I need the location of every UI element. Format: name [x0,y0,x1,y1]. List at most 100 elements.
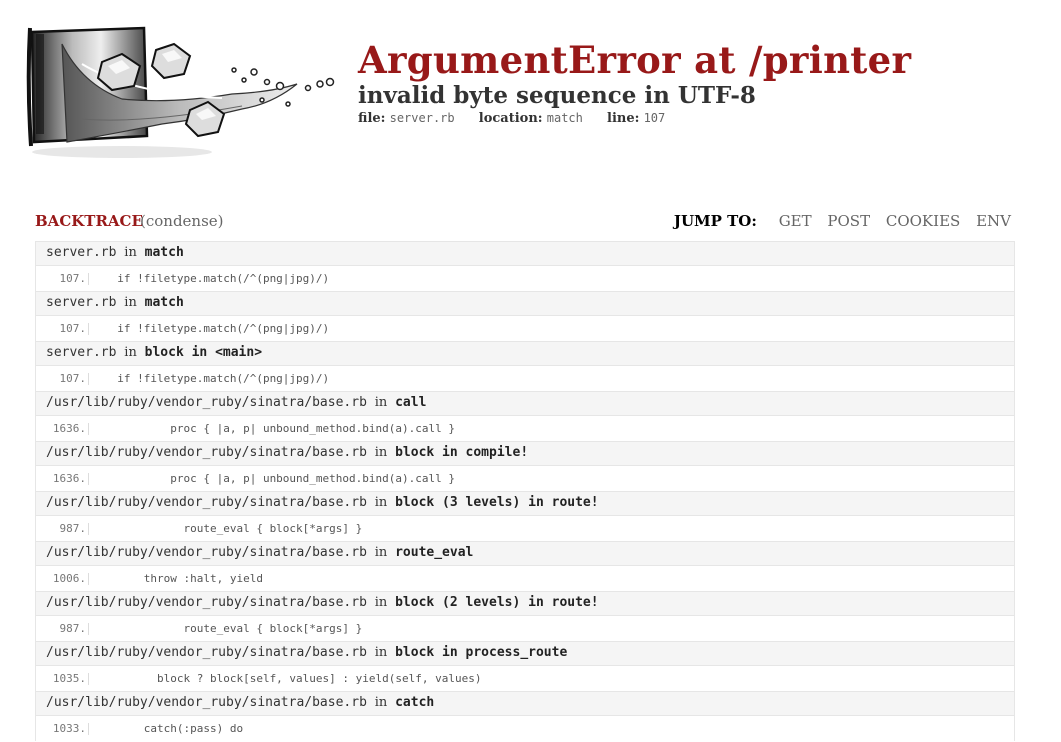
frame-line-number: 1636. [52,422,86,435]
frame-header[interactable]: /usr/lib/ruby/vendor_ruby/sinatra/base.r… [35,441,1015,465]
frame-line-number: 1006. [52,572,86,585]
frame-code-line[interactable]: 1636. proc { |a, p| unbound_method.bind(… [35,465,1015,491]
frame-function: block (3 levels) in route! [395,495,599,510]
backtrace-heading: BACKTRACE [35,212,143,230]
frame-code-line[interactable]: 1033. catch(:pass) do [35,715,1015,741]
jump-link-post[interactable]: POST [827,212,870,230]
frame-in: in [374,595,388,610]
backtrace-frame: /usr/lib/ruby/vendor_ruby/sinatra/base.r… [35,591,1015,641]
backtrace-frame: /usr/lib/ruby/vendor_ruby/sinatra/base.r… [35,441,1015,491]
frame-function: match [144,295,184,310]
frame-code: block ? block[self, values] : yield(self… [104,672,482,685]
condense-link[interactable]: (condense) [140,212,224,230]
frame-file: server.rb [46,345,117,360]
frame-function: match [144,245,184,260]
frame-function: block (2 levels) in route! [395,595,599,610]
frame-header[interactable]: /usr/lib/ruby/vendor_ruby/sinatra/base.r… [35,541,1015,565]
frame-line-number: 1035. [52,672,86,685]
file-label: file: [358,111,386,126]
frame-header[interactable]: /usr/lib/ruby/vendor_ruby/sinatra/base.r… [35,691,1015,715]
jump-link-get[interactable]: GET [779,212,812,230]
frame-file: /usr/lib/ruby/vendor_ruby/sinatra/base.r… [46,495,367,510]
jump-to-nav: JUMP TO: GET POST COOKIES ENV [674,212,1011,230]
file-value: server.rb [389,111,455,125]
frame-header[interactable]: /usr/lib/ruby/vendor_ruby/sinatra/base.r… [35,641,1015,665]
backtrace-frame: server.rb in match 107. if !filetype.mat… [35,291,1015,341]
backtrace-frame: /usr/lib/ruby/vendor_ruby/sinatra/base.r… [35,641,1015,691]
frame-in: in [124,295,137,310]
backtrace-frame: /usr/lib/ruby/vendor_ruby/sinatra/base.r… [35,541,1015,591]
frame-line-number: 107. [59,272,87,285]
frame-header[interactable]: server.rb in match [35,291,1015,315]
jump-link-cookies[interactable]: COOKIES [886,212,960,230]
frame-code: if !filetype.match(/^(png|jpg)/) [104,322,330,335]
frame-in: in [374,395,388,410]
frame-code: if !filetype.match(/^(png|jpg)/) [104,372,330,385]
frame-code: catch(:pass) do [104,722,244,735]
frame-line-number: 107. [59,322,87,335]
frame-file: server.rb [46,295,117,310]
frame-code: route_eval { block[*args] } [104,622,363,635]
jump-to-label: JUMP TO: [673,212,757,230]
jump-link-env[interactable]: ENV [976,212,1011,230]
line-value: 107 [643,111,666,125]
frame-header[interactable]: /usr/lib/ruby/vendor_ruby/sinatra/base.r… [35,591,1015,615]
backtrace-frame: server.rb in block in <main> 107. if !fi… [35,341,1015,391]
backtrace-frame: /usr/lib/ruby/vendor_ruby/sinatra/base.r… [35,691,1015,741]
frame-code: proc { |a, p| unbound_method.bind(a).cal… [104,472,455,485]
backtrace-bar: BACKTRACE (condense) JUMP TO: GET POST C… [35,210,1015,234]
frame-function: block in process_route [395,645,568,660]
frame-code: proc { |a, p| unbound_method.bind(a).cal… [104,422,455,435]
error-location-meta: file: server.rb location: match line: 10… [358,110,911,127]
frame-file: /usr/lib/ruby/vendor_ruby/sinatra/base.r… [46,645,367,660]
error-header: ArgumentError at /printer invalid byte s… [358,38,911,127]
frame-code-line[interactable]: 107. if !filetype.match(/^(png|jpg)/) [35,265,1015,291]
frame-code-line[interactable]: 987. route_eval { block[*args] } [35,615,1015,641]
frame-code-line[interactable]: 107. if !filetype.match(/^(png|jpg)/) [35,315,1015,341]
frame-file: /usr/lib/ruby/vendor_ruby/sinatra/base.r… [46,695,367,710]
frame-function: catch [395,695,435,710]
backtrace-list: server.rb in match 107. if !filetype.mat… [35,241,1015,741]
frame-function: block in <main> [144,345,263,360]
frame-code-line[interactable]: 987. route_eval { block[*args] } [35,515,1015,541]
glass-with-ice-cubes-splash-logo-icon [22,24,342,164]
frame-line-number: 987. [59,622,87,635]
frame-in: in [374,695,388,710]
frame-file: /usr/lib/ruby/vendor_ruby/sinatra/base.r… [46,545,367,560]
frame-code: route_eval { block[*args] } [104,522,363,535]
frame-line-number: 1636. [52,472,86,485]
frame-in: in [124,245,137,260]
frame-header[interactable]: server.rb in block in <main> [35,341,1015,365]
frame-code-line[interactable]: 107. if !filetype.match(/^(png|jpg)/) [35,365,1015,391]
frame-function: route_eval [395,545,474,560]
frame-line-number: 987. [59,522,87,535]
location-value: match [546,111,583,125]
frame-in: in [374,445,388,460]
frame-code: throw :halt, yield [104,572,263,585]
frame-header[interactable]: server.rb in match [35,241,1015,265]
backtrace-frame: server.rb in match 107. if !filetype.mat… [35,241,1015,291]
frame-header[interactable]: /usr/lib/ruby/vendor_ruby/sinatra/base.r… [35,491,1015,515]
frame-in: in [374,645,388,660]
frame-in: in [374,495,388,510]
frame-function: call [395,395,427,410]
frame-code-line[interactable]: 1035. block ? block[self, values] : yiel… [35,665,1015,691]
frame-code-line[interactable]: 1006. throw :halt, yield [35,565,1015,591]
location-label: location: [478,111,543,126]
backtrace-frame: /usr/lib/ruby/vendor_ruby/sinatra/base.r… [35,491,1015,541]
frame-function: block in compile! [395,445,529,460]
frame-file: server.rb [46,245,117,260]
frame-file: /usr/lib/ruby/vendor_ruby/sinatra/base.r… [46,445,367,460]
backtrace-frame: /usr/lib/ruby/vendor_ruby/sinatra/base.r… [35,391,1015,441]
frame-header[interactable]: /usr/lib/ruby/vendor_ruby/sinatra/base.r… [35,391,1015,415]
frame-in: in [374,545,388,560]
error-title: ArgumentError at /printer [358,38,912,82]
frame-file: /usr/lib/ruby/vendor_ruby/sinatra/base.r… [46,595,367,610]
line-label: line: [607,111,640,126]
frame-line-number: 107. [59,372,87,385]
frame-line-number: 1033. [52,722,86,735]
error-message: invalid byte sequence in UTF-8 [358,82,756,109]
frame-in: in [124,345,137,360]
frame-file: /usr/lib/ruby/vendor_ruby/sinatra/base.r… [46,395,367,410]
frame-code-line[interactable]: 1636. proc { |a, p| unbound_method.bind(… [35,415,1015,441]
